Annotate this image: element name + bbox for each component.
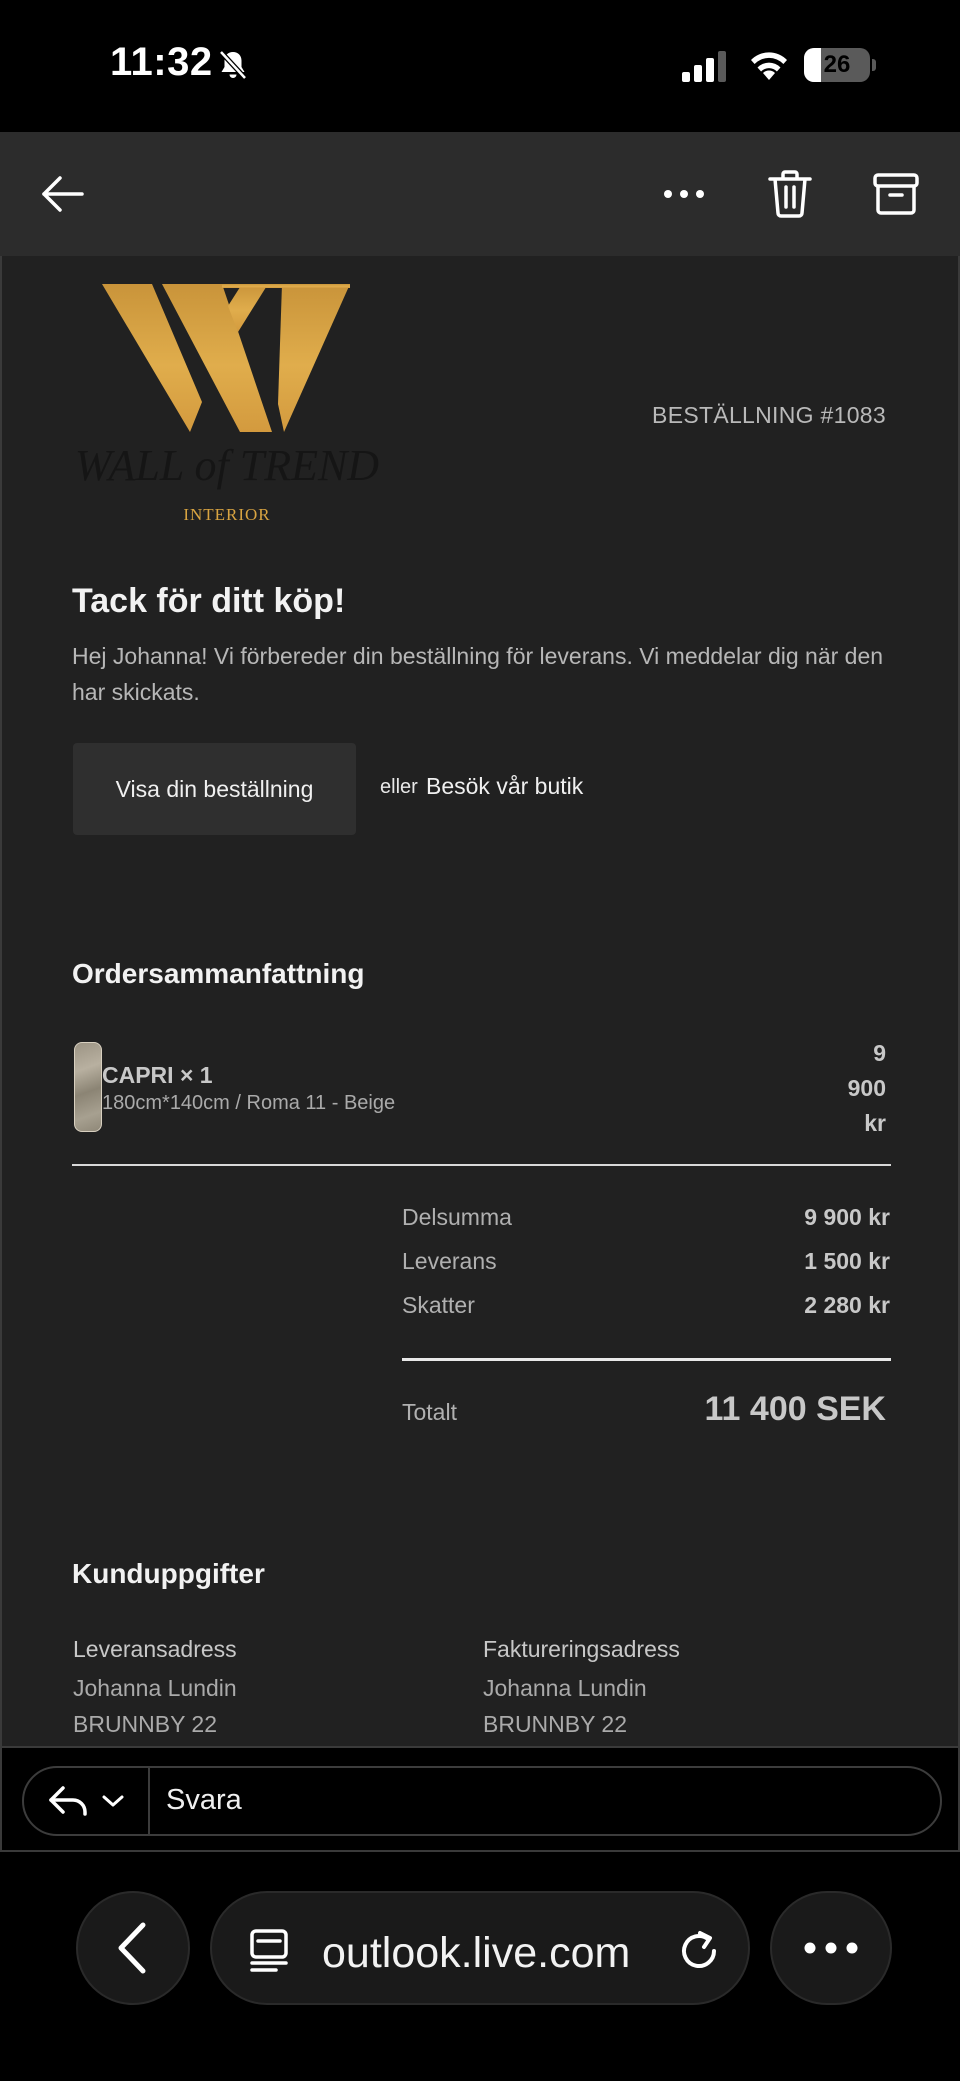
browser-more-button[interactable] <box>770 1891 892 2005</box>
logo-sub-text: INTERIOR <box>183 505 270 524</box>
battery-icon: 26 <box>804 48 876 82</box>
archive-button[interactable] <box>864 162 928 226</box>
wifi-icon <box>751 52 787 80</box>
more-horizontal-icon <box>664 190 704 198</box>
product-price-line: kr <box>864 1110 886 1136</box>
chevron-down-icon <box>102 1795 124 1807</box>
summary-divider <box>72 1164 891 1166</box>
reply-options-button[interactable] <box>24 1768 150 1834</box>
product-price-line: 9 <box>873 1040 886 1066</box>
shipping-address-heading: Leveransadress <box>73 1636 237 1662</box>
address-bar[interactable]: outlook.live.com <box>210 1891 750 2005</box>
product-variant: 180cm*140cm / Roma 11 - Beige <box>102 1092 396 1114</box>
shipping-street: BRUNNBY 22 <box>73 1711 218 1737</box>
url-text: outlook.live.com <box>322 1929 631 1977</box>
more-horizontal-icon <box>804 1942 858 1954</box>
reload-icon[interactable] <box>676 1927 722 1973</box>
reply-icon <box>49 1786 87 1816</box>
billing-street: BRUNNBY 22 <box>483 1711 628 1737</box>
reply-field: Svara <box>22 1766 942 1836</box>
browser-back-button[interactable] <box>76 1891 190 2005</box>
thanks-message: Hej Johanna! Vi förbereder din beställni… <box>72 643 884 705</box>
delete-button[interactable] <box>758 162 822 226</box>
status-time: 11:32 <box>110 40 213 84</box>
or-label: eller <box>380 776 418 798</box>
total-label: Totalt <box>402 1399 457 1425</box>
shipping-label: Leverans <box>402 1248 497 1274</box>
cellular-signal-icon <box>682 51 726 82</box>
back-arrow-icon <box>42 176 84 212</box>
subtotal-value: 9 900 kr <box>804 1204 890 1230</box>
total-divider <box>402 1358 891 1361</box>
customer-info-title: Kunduppgifter <box>72 1558 265 1589</box>
subtotal-label: Delsumma <box>402 1204 512 1230</box>
order-number: BESTÄLLNING #1083 <box>652 402 886 428</box>
tax-label: Skatter <box>402 1292 475 1318</box>
logo-brand-text: WALL of TREND <box>75 441 379 490</box>
visit-store-link[interactable]: Besök vår butik <box>426 773 583 800</box>
email-body: WALL of TREND INTERIOR BESTÄLLNING #1083… <box>0 256 960 1746</box>
thanks-title: Tack för ditt köp! <box>72 582 346 620</box>
chevron-left-icon <box>118 1922 146 1974</box>
back-button[interactable] <box>30 162 94 226</box>
view-order-button[interactable]: Visa din beställning <box>73 743 356 835</box>
more-options-button[interactable] <box>652 162 716 226</box>
trash-icon <box>768 170 812 218</box>
reader-mode-icon[interactable] <box>246 1927 292 1973</box>
product-name: CAPRI × 1 <box>102 1062 213 1088</box>
tax-row: Skatter 2 280 kr <box>402 1292 890 1326</box>
shipping-value: 1 500 kr <box>804 1248 890 1274</box>
subtotal-row: Delsumma 9 900 kr <box>402 1204 890 1238</box>
archive-icon <box>873 173 919 215</box>
battery-percentage: 26 <box>823 51 851 78</box>
shipping-name: Johanna Lundin <box>73 1675 237 1701</box>
product-thumbnail <box>74 1042 102 1132</box>
order-summary-title: Ordersammanfattning <box>72 958 365 989</box>
reply-input[interactable]: Svara <box>166 1784 242 1817</box>
status-bar: 11:32 26 <box>0 0 960 132</box>
reply-bar: Svara <box>0 1746 960 1852</box>
browser-bar: outlook.live.com <box>0 1852 960 2081</box>
total-value: 11 400 SEK <box>704 1390 886 1428</box>
product-price: 9 900 kr <box>806 1036 886 1141</box>
billing-name: Johanna Lundin <box>483 1675 647 1701</box>
wall-of-trend-logo: WALL of TREND INTERIOR <box>75 284 379 524</box>
product-price-line: 900 <box>847 1075 886 1101</box>
bell-slash-icon <box>219 50 247 80</box>
tax-value: 2 280 kr <box>804 1292 890 1318</box>
view-order-label: Visa din beställning <box>115 775 314 802</box>
email-toolbar <box>0 132 960 256</box>
shipping-row: Leverans 1 500 kr <box>402 1248 890 1282</box>
billing-address-heading: Faktureringsadress <box>483 1636 680 1662</box>
